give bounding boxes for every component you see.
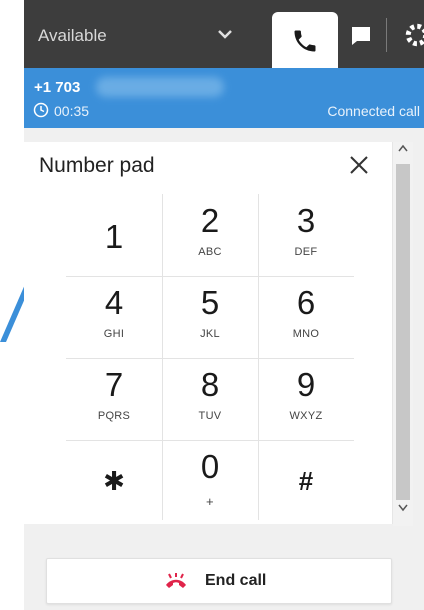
active-call-bar: +1 703 00:35 Connected call — [24, 68, 424, 128]
key-digit: 6 — [296, 284, 316, 321]
key-digit: 4 — [104, 284, 124, 321]
key-digit: 9 — [296, 366, 316, 403]
call-status: Connected call — [327, 103, 420, 119]
softphone-panel: Available +1 703 00:35 Connected call Nu… — [24, 0, 424, 610]
redacted-number — [96, 77, 224, 97]
chevron-down-icon — [218, 30, 232, 39]
close-icon — [350, 156, 368, 174]
key-star[interactable]: ✱ — [66, 440, 162, 522]
gear-icon — [405, 23, 424, 47]
call-timer: 00:35 — [54, 103, 90, 119]
key-letters: TUV — [198, 410, 222, 422]
chat-icon — [352, 27, 370, 45]
key-5[interactable]: 5 JKL — [162, 276, 258, 358]
key-digit: ✱ — [103, 466, 125, 496]
key-7[interactable]: 7 PQRS — [66, 358, 162, 440]
key-6[interactable]: 6 MNO — [258, 276, 354, 358]
chevron-down-icon[interactable] — [398, 504, 408, 512]
top-bar: Available — [24, 0, 424, 68]
key-digit: 7 — [104, 366, 124, 403]
status-label: Available — [38, 26, 107, 45]
key-letters: MNO — [292, 328, 320, 340]
caller-number: +1 703 — [34, 79, 81, 96]
key-digit: 3 — [296, 202, 316, 239]
key-8[interactable]: 8 TUV — [162, 358, 258, 440]
key-digit: 8 — [200, 366, 220, 403]
key-digit: # — [298, 466, 314, 496]
chevron-up-icon[interactable] — [398, 144, 408, 152]
tab-settings[interactable] — [400, 16, 424, 56]
key-letters: GHI — [103, 328, 125, 340]
status-dropdown[interactable]: Available — [24, 0, 246, 68]
key-digit: 2 — [200, 202, 220, 239]
keypad-grid: 1 2 ABC 3 DEF 4 GHI 5 JKL 6 MNO 7 PQRS 8… — [66, 194, 354, 520]
clock-icon — [33, 102, 49, 118]
key-digit: 5 — [200, 284, 220, 321]
key-letters: PQRS — [97, 410, 131, 422]
key-4[interactable]: 4 GHI — [66, 276, 162, 358]
tab-phone[interactable] — [272, 12, 338, 68]
key-0[interactable]: 0 + — [162, 440, 258, 522]
tab-divider — [386, 18, 387, 52]
key-2[interactable]: 2 ABC — [162, 194, 258, 276]
key-3[interactable]: 3 DEF — [258, 194, 354, 276]
tab-chat[interactable] — [346, 18, 376, 58]
pointer-arrow-icon — [0, 282, 26, 342]
key-digit: 0 — [200, 448, 220, 485]
key-letters: WXYZ — [289, 410, 323, 422]
key-1[interactable]: 1 — [66, 194, 162, 276]
scrollbar[interactable] — [393, 142, 413, 526]
scrollbar-thumb[interactable] — [396, 164, 410, 500]
end-call-button[interactable]: End call — [46, 558, 392, 604]
key-9[interactable]: 9 WXYZ — [258, 358, 354, 440]
phone-icon — [294, 30, 316, 52]
key-letters: DEF — [294, 246, 318, 258]
hang-up-icon — [166, 573, 186, 588]
number-pad: Number pad 1 2 ABC 3 DEF 4 GHI 5 JKL 6 M… — [24, 142, 393, 524]
end-call-label: End call — [205, 572, 267, 589]
number-pad-title: Number pad — [39, 154, 155, 177]
key-letters: + — [206, 494, 214, 509]
key-letters: ABC — [198, 246, 222, 258]
key-letters: JKL — [200, 328, 220, 340]
key-digit: 1 — [104, 218, 124, 255]
key-hash[interactable]: # — [258, 440, 354, 522]
close-button[interactable] — [342, 148, 376, 182]
